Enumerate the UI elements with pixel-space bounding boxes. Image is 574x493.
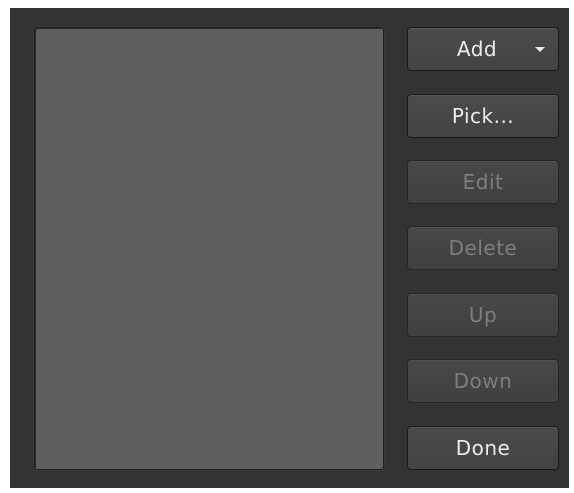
chevron-down-icon[interactable]: [535, 47, 545, 52]
list-editor-dialog: Add Pick... Edit Delete Up Down Done: [10, 8, 569, 488]
delete-button[interactable]: Delete: [407, 226, 559, 270]
down-button-label: Down: [453, 369, 513, 393]
done-button-label: Done: [455, 436, 511, 460]
delete-button-label: Delete: [448, 236, 518, 260]
down-button[interactable]: Down: [407, 359, 559, 403]
up-button-label: Up: [468, 303, 498, 327]
edit-button-label: Edit: [462, 170, 504, 194]
pick-button-label: Pick...: [451, 104, 515, 128]
done-button[interactable]: Done: [407, 426, 559, 470]
add-button[interactable]: Add: [407, 27, 559, 71]
edit-button[interactable]: Edit: [407, 160, 559, 204]
add-button-label: Add: [456, 37, 498, 61]
item-list[interactable]: [34, 27, 384, 470]
pick-button[interactable]: Pick...: [407, 94, 559, 138]
up-button[interactable]: Up: [407, 293, 559, 337]
